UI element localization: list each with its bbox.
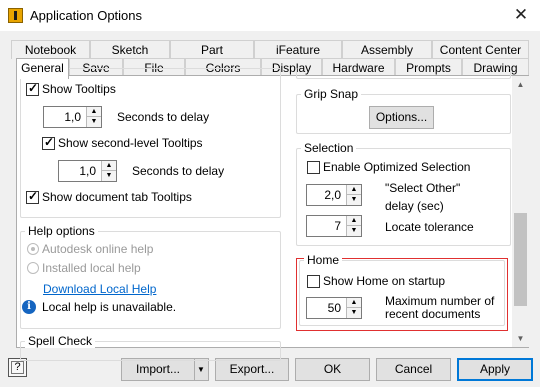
help-info-text: Local help is unavailable. bbox=[42, 300, 177, 314]
max-recent-documents-label-line2: recent documents bbox=[385, 307, 481, 321]
help-options-title: Help options bbox=[25, 224, 98, 238]
spin-up-icon[interactable]: ▲ bbox=[346, 216, 361, 226]
show-home-checkbox[interactable] bbox=[307, 275, 320, 288]
cancel-button[interactable]: Cancel bbox=[376, 358, 451, 381]
max-recent-documents-spinner[interactable]: 50 ▲ ▼ bbox=[306, 297, 362, 319]
tab-ifeature[interactable]: iFeature bbox=[254, 40, 342, 59]
tab-assembly[interactable]: Assembly bbox=[342, 40, 432, 59]
tab-general[interactable]: General bbox=[16, 58, 69, 79]
show-tooltips-label: Show Tooltips bbox=[42, 82, 116, 96]
local-help-label: Installed local help bbox=[42, 261, 141, 275]
locate-tolerance-value[interactable]: 7 bbox=[307, 219, 345, 233]
spin-up-icon[interactable]: ▲ bbox=[346, 298, 361, 308]
spin-down-icon[interactable]: ▼ bbox=[86, 117, 101, 127]
second-level-tooltips-checkbox[interactable] bbox=[42, 135, 55, 150]
apply-button[interactable]: Apply bbox=[457, 358, 533, 381]
online-help-label: Autodesk online help bbox=[42, 242, 154, 256]
import-button[interactable]: Import... ▼ bbox=[121, 358, 209, 381]
app-icon bbox=[8, 8, 23, 23]
grip-snap-title: Grip Snap bbox=[301, 87, 362, 101]
window-title: Application Options bbox=[30, 8, 143, 23]
tab-sketch[interactable]: Sketch bbox=[90, 40, 170, 59]
spin-down-icon[interactable]: ▼ bbox=[101, 171, 116, 181]
import-dropdown-icon[interactable]: ▼ bbox=[194, 359, 208, 380]
spin-down-icon[interactable]: ▼ bbox=[346, 308, 361, 318]
content-scrollbar[interactable]: ▲ ▼ bbox=[512, 76, 529, 347]
tooltip-delay-value[interactable]: 1,0 bbox=[44, 110, 85, 124]
info-icon: i bbox=[22, 300, 36, 314]
close-icon[interactable]: ✕ bbox=[510, 4, 532, 26]
online-help-radio[interactable] bbox=[27, 243, 39, 255]
scrollbar-thumb[interactable] bbox=[514, 213, 527, 306]
tooltip-delay-label: Seconds to delay bbox=[117, 110, 210, 124]
scroll-up-icon[interactable]: ▲ bbox=[512, 76, 529, 93]
locate-tolerance-spinner[interactable]: 7 ▲ ▼ bbox=[306, 215, 362, 237]
spin-up-icon[interactable]: ▲ bbox=[346, 185, 361, 195]
spin-down-icon[interactable]: ▼ bbox=[346, 226, 361, 236]
locate-tolerance-label: Locate tolerance bbox=[385, 220, 474, 234]
select-other-label: "Select Other" bbox=[385, 181, 461, 195]
document-tab-tooltips-label: Show document tab Tooltips bbox=[42, 190, 192, 204]
spin-down-icon[interactable]: ▼ bbox=[346, 195, 361, 205]
spell-check-title: Spell Check bbox=[25, 334, 96, 348]
title-bar: Application Options ✕ bbox=[0, 0, 540, 31]
tab-row-back: Notebook Sketch Part iFeature Assembly C… bbox=[11, 40, 529, 59]
second-level-delay-value[interactable]: 1,0 bbox=[59, 164, 100, 178]
tab-content-center[interactable]: Content Center bbox=[432, 40, 529, 59]
max-recent-documents-label: Maximum number of bbox=[385, 294, 495, 308]
download-local-help-link[interactable]: Download Local Help bbox=[43, 282, 156, 296]
spin-up-icon[interactable]: ▲ bbox=[101, 161, 116, 171]
show-home-label: Show Home on startup bbox=[323, 274, 446, 288]
export-button[interactable]: Export... bbox=[215, 358, 289, 381]
selection-title: Selection bbox=[301, 141, 357, 155]
select-other-delay-spinner[interactable]: 2,0 ▲ ▼ bbox=[306, 184, 362, 206]
tab-notebook[interactable]: Notebook bbox=[11, 40, 90, 59]
spell-check-group: Spell Check bbox=[20, 334, 281, 361]
select-other-delay-value[interactable]: 2,0 bbox=[307, 188, 345, 202]
second-level-delay-spinner[interactable]: 1,0 ▲ ▼ bbox=[58, 160, 117, 182]
clipped-group bbox=[296, 68, 511, 79]
second-level-tooltips-label: Show second-level Tooltips bbox=[58, 136, 203, 150]
spin-up-icon[interactable]: ▲ bbox=[86, 107, 101, 117]
second-level-delay-label: Seconds to delay bbox=[132, 164, 225, 178]
ok-button[interactable]: OK bbox=[295, 358, 370, 381]
optimized-selection-label: Enable Optimized Selection bbox=[323, 160, 471, 174]
import-button-label[interactable]: Import... bbox=[122, 359, 194, 380]
document-tab-tooltips-checkbox[interactable] bbox=[26, 189, 39, 204]
grip-snap-options-button[interactable]: Options... bbox=[369, 106, 434, 129]
scroll-down-icon[interactable]: ▼ bbox=[512, 330, 529, 347]
show-tooltips-checkbox[interactable] bbox=[26, 81, 39, 96]
local-help-radio[interactable] bbox=[27, 262, 39, 274]
general-tab-panel: Show Tooltips 1,0 ▲ ▼ Seconds to delay S… bbox=[16, 68, 529, 361]
tab-part[interactable]: Part bbox=[170, 40, 254, 59]
select-other-label-line2: delay (sec) bbox=[385, 199, 444, 213]
home-title: Home bbox=[304, 253, 343, 267]
optimized-selection-checkbox[interactable] bbox=[307, 161, 320, 174]
tooltip-delay-spinner[interactable]: 1,0 ▲ ▼ bbox=[43, 106, 102, 128]
max-recent-documents-value[interactable]: 50 bbox=[307, 301, 345, 315]
